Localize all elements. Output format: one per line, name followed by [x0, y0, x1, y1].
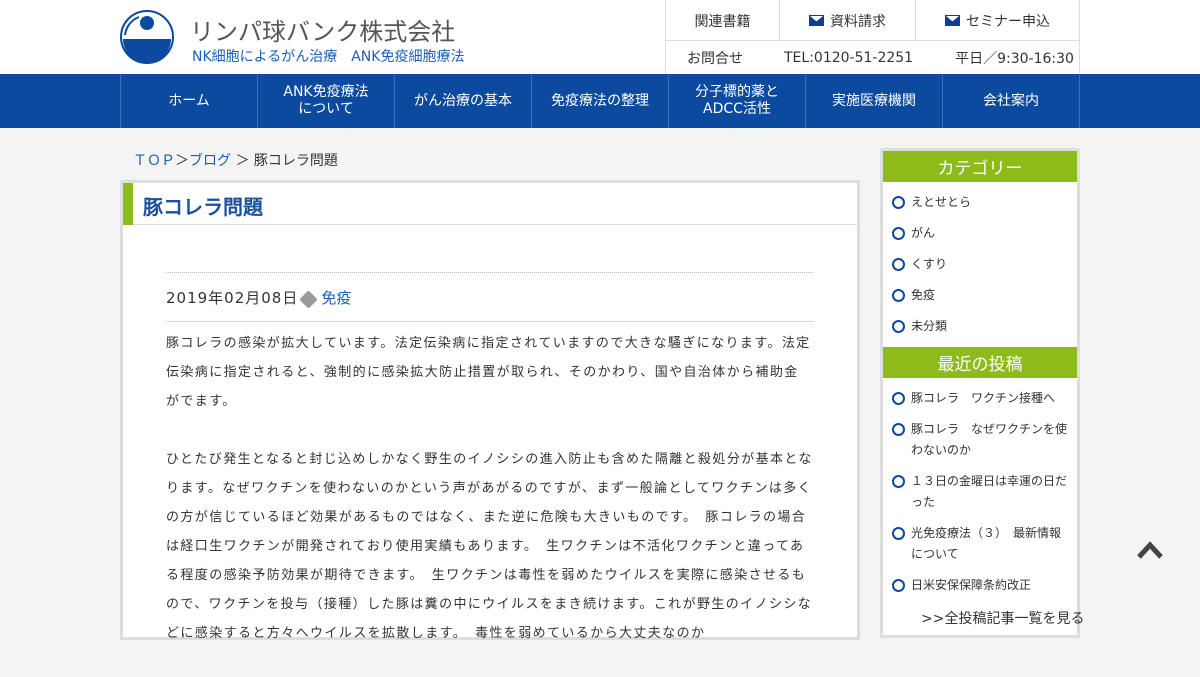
post-paragraph: ひとたび発生となると封じ込めしかなく野生のイノシシの進入防止も含めた隔離と殺処分…: [166, 452, 813, 641]
site-header: リンパ球バンク株式会社 NK細胞によるがん治療 ANK免疫細胞療法 関連書籍 資…: [0, 0, 1200, 74]
top-links: 関連書籍 資料請求 セミナー申込 お問合せ TEL:0120-51-2251 平…: [665, 0, 1080, 74]
mail-icon: [809, 15, 824, 26]
recent-post-item[interactable]: 日米安保保障条約改正: [883, 575, 1077, 596]
recent-posts-list: 豚コレラ ワクチン接種へ 豚コレラ なぜワクチンを使わないのか １３日の金曜日は…: [883, 388, 1077, 596]
business-hours: 平日／9:30-16:30: [955, 51, 1074, 67]
post-meta: 2019年02月08日 免疫: [166, 287, 351, 309]
post-body: 豚コレラの感染が拡大しています。法定伝染病に指定されていますので大きな騒ぎになり…: [166, 329, 813, 677]
category-item[interactable]: えとせとら: [883, 192, 1077, 213]
nav-immunotherapy[interactable]: 免疫療法の整理: [532, 74, 669, 128]
post-paragraph: 豚コレラの感染が拡大しています。法定伝染病に指定されていますので大きな騒ぎになり…: [166, 336, 811, 409]
phone-number[interactable]: TEL:0120-51-2251: [784, 50, 913, 66]
post-title: 豚コレラ問題: [143, 195, 263, 219]
recent-post-item[interactable]: 光免疫療法（３） 最新情報について: [883, 523, 1077, 565]
recent-post-item[interactable]: 豚コレラ ワクチン接種へ: [883, 388, 1077, 409]
title-accent-bar: [123, 183, 133, 225]
breadcrumb-current: 豚コレラ問題: [253, 153, 338, 169]
related-books-link[interactable]: 関連書籍: [666, 0, 780, 41]
breadcrumb-blog[interactable]: ブログ: [189, 153, 231, 169]
request-materials-link[interactable]: 資料請求: [780, 0, 916, 41]
post-date: 2019年02月08日: [166, 289, 299, 307]
breadcrumb-separator: ＞: [235, 153, 250, 169]
post-tag-link[interactable]: 免疫: [321, 287, 351, 308]
post-header: 豚コレラ問題: [123, 183, 857, 225]
category-item[interactable]: がん: [883, 223, 1077, 244]
nav-medical-institutions[interactable]: 実施医療機関: [806, 74, 943, 128]
main-nav: ホーム ANK免疫療法 について がん治療の基本 免疫療法の整理 分子標的薬と …: [0, 74, 1200, 128]
category-heading: カテゴリー: [883, 151, 1077, 182]
company-logo[interactable]: [119, 9, 175, 65]
post-article: 豚コレラ問題 2019年02月08日 免疫 豚コレラの感染が拡大しています。法定…: [120, 180, 860, 641]
related-books-label: 関連書籍: [694, 13, 751, 30]
nav-company[interactable]: 会社案内: [943, 74, 1080, 128]
breadcrumb: ＴＯＰ＞ブログ ＞ 豚コレラ問題: [133, 150, 338, 170]
request-materials-label: 資料請求: [830, 13, 886, 30]
seminar-apply-link[interactable]: セミナー申込: [916, 0, 1079, 41]
category-list: えとせとら がん くすり 免疫 未分類: [883, 192, 1077, 347]
breadcrumb-top[interactable]: ＴＯＰ: [133, 153, 175, 169]
divider: [166, 321, 813, 322]
nav-home[interactable]: ホーム: [121, 74, 258, 128]
category-item[interactable]: 免疫: [883, 285, 1077, 306]
divider: [166, 272, 813, 273]
seminar-apply-label: セミナー申込: [966, 13, 1050, 30]
mail-icon: [945, 15, 960, 26]
breadcrumb-separator: ＞: [175, 153, 189, 169]
category-item[interactable]: くすり: [883, 254, 1077, 275]
recent-post-item[interactable]: 豚コレラ なぜワクチンを使わないのか: [883, 419, 1077, 461]
recent-post-item[interactable]: １３日の金曜日は幸運の日だった: [883, 471, 1077, 513]
site-title[interactable]: リンパ球バンク株式会社: [190, 12, 455, 47]
recent-posts-heading: 最近の投稿: [883, 347, 1077, 378]
all-posts-link[interactable]: >>全投稿記事一覧を見る: [921, 608, 1084, 628]
contact-label: お問合せ: [687, 51, 743, 67]
nav-ank-therapy[interactable]: ANK免疫療法 について: [258, 74, 395, 128]
back-to-top-icon[interactable]: [1137, 540, 1163, 560]
nav-cancer-basics[interactable]: がん治療の基本: [395, 74, 532, 128]
tag-icon: [299, 290, 319, 309]
site-subtitle: NK細胞によるがん治療 ANK免疫細胞療法: [192, 49, 465, 65]
sidebar: カテゴリー えとせとら がん くすり 免疫 未分類 最近の投稿 豚コレラ ワクチ…: [880, 148, 1084, 638]
category-item[interactable]: 未分類: [883, 316, 1077, 337]
nav-molecular-targeted[interactable]: 分子標的薬と ADCC活性: [669, 74, 806, 128]
